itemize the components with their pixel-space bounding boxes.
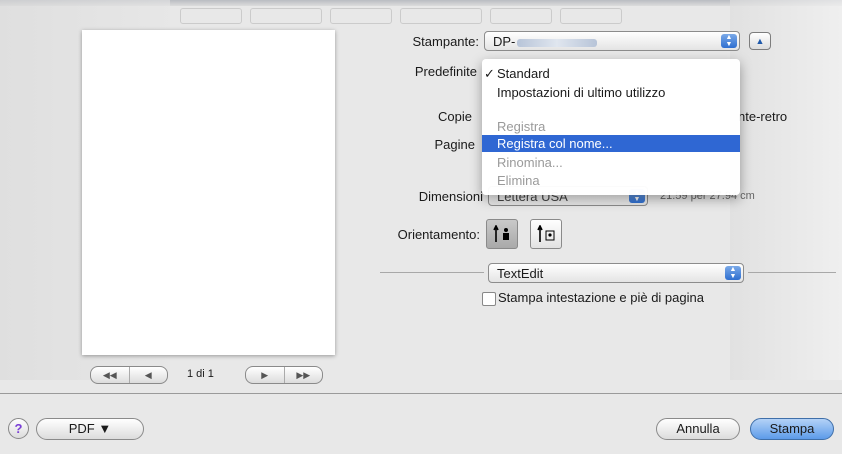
next-page-icon[interactable]: ▶ xyxy=(246,367,285,383)
checkmark-icon: ✓ xyxy=(484,66,495,81)
print-dialog: ◀◀ ◀ 1 di 1 ▶ ▶▶ Stampante: DP- ▲ ▼ ▲ Pre… xyxy=(0,0,842,454)
background-toolbar xyxy=(180,8,680,28)
orientation-label: Orientamento: xyxy=(397,227,480,242)
presets-menu: ✓ Standard Impostazioni di ultimo utiliz… xyxy=(482,59,740,195)
previous-page-icon[interactable]: ◀ xyxy=(130,367,168,383)
last-page-icon[interactable]: ▶▶ xyxy=(285,367,323,383)
menu-item-label: Impostazioni di ultimo utilizzo xyxy=(497,85,666,100)
portrait-icon xyxy=(493,225,509,242)
printer-popup[interactable]: DP- ▲ ▼ xyxy=(484,31,740,51)
menu-item-label: Standard xyxy=(497,66,550,81)
printer-name-redacted xyxy=(517,38,598,47)
separator-right xyxy=(748,272,836,273)
disclosure-triangle-icon[interactable]: ▲ xyxy=(749,32,771,50)
menu-item-delete: Elimina xyxy=(482,172,740,189)
bottom-separator xyxy=(0,393,842,394)
menu-item-save-as[interactable]: Registra col nome... xyxy=(482,135,740,152)
presets-label: Predefinite xyxy=(414,64,477,79)
menu-item-label: Registra xyxy=(497,119,546,134)
print-button[interactable]: Stampa xyxy=(750,418,834,440)
copies-label: Copie xyxy=(438,109,472,124)
pdf-menu-button[interactable]: PDF ▼ xyxy=(36,418,144,440)
menu-item-label: Registra col nome... xyxy=(497,136,613,151)
menu-item-last-used[interactable]: Impostazioni di ultimo utilizzo xyxy=(482,84,740,101)
popup-arrows-icon: ▲▼ xyxy=(721,34,737,48)
preview-back-buttons[interactable]: ◀◀ ◀ xyxy=(90,366,168,384)
header-footer-checkbox[interactable] xyxy=(482,292,496,306)
two-sided-label: nte-retro xyxy=(738,109,788,124)
landscape-icon xyxy=(537,225,555,242)
popup-arrows-icon: ▲▼ xyxy=(725,266,741,280)
help-button[interactable]: ? xyxy=(8,418,29,439)
separator-left xyxy=(380,272,484,273)
paper-size-label: Dimensioni xyxy=(418,189,483,204)
landscape-orientation-button[interactable] xyxy=(530,219,562,249)
portrait-orientation-button[interactable] xyxy=(486,219,518,249)
first-page-icon[interactable]: ◀◀ xyxy=(91,367,130,383)
preview-forward-buttons[interactable]: ▶ ▶▶ xyxy=(245,366,323,384)
pages-label: Pagine xyxy=(434,137,475,152)
page-preview xyxy=(82,30,335,355)
section-popup[interactable]: TextEdit ▲ ▼ xyxy=(488,263,744,283)
menu-item-rename: Rinomina... xyxy=(482,154,740,171)
menu-item-label: Rinomina... xyxy=(497,155,563,170)
page-indicator: 1 di 1 xyxy=(187,368,214,380)
header-footer-label: Stampa intestazione e piè di pagina xyxy=(498,290,704,305)
printer-label: Stampante: xyxy=(412,34,480,49)
printer-name: DP- xyxy=(493,34,516,49)
section-value: TextEdit xyxy=(497,266,544,281)
cancel-button[interactable]: Annulla xyxy=(656,418,740,440)
menu-item-standard[interactable]: ✓ Standard xyxy=(482,65,740,82)
menu-item-save: Registra xyxy=(482,118,740,135)
menu-item-label: Elimina xyxy=(497,173,540,188)
